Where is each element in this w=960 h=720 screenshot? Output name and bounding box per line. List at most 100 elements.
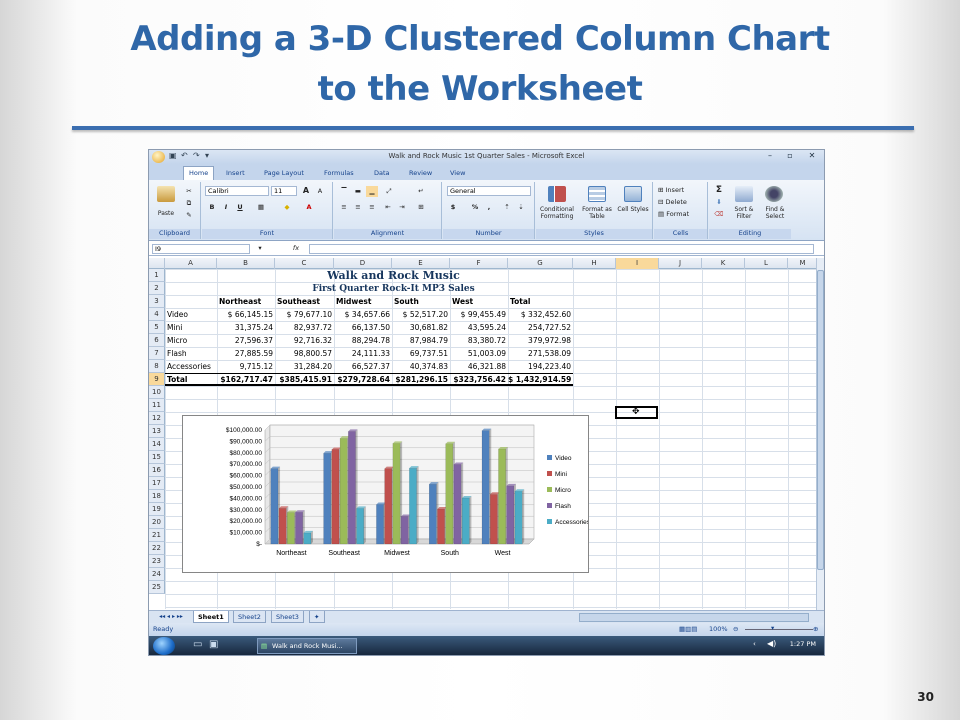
row-label[interactable]: Micro [167, 334, 217, 347]
table-cell[interactable]: 88,294.78 [334, 334, 390, 347]
table-cell[interactable]: 66,137.50 [334, 321, 390, 334]
table-cell[interactable]: 24,111.33 [334, 347, 390, 360]
row-header-10[interactable]: 10 [149, 386, 165, 399]
col-header-h[interactable]: H [573, 258, 616, 269]
show-desktop-icon[interactable]: ▭ [193, 639, 202, 650]
col-header-g[interactable]: G [508, 258, 573, 269]
row-header-3[interactable]: 3 [149, 295, 165, 308]
table-header[interactable]: Southeast [277, 295, 333, 308]
sheet-tab-3[interactable]: Sheet3 [271, 611, 304, 623]
col-header-a[interactable]: A [165, 258, 217, 269]
row-header-16[interactable]: 16 [149, 464, 165, 477]
col-header-e[interactable]: E [392, 258, 450, 269]
zoom-out-icon[interactable]: ⊖ [733, 623, 738, 636]
conditional-formatting-label[interactable]: Conditional Formatting [536, 206, 578, 220]
total-cell[interactable]: $323,756.42 [450, 373, 506, 386]
row-header-25[interactable]: 25 [149, 581, 165, 594]
row-label[interactable]: Flash [167, 347, 217, 360]
wrap-text-icon[interactable]: ↵ [414, 186, 428, 197]
view-buttons-icon[interactable]: ▦▥▤ [679, 623, 697, 636]
close-icon[interactable]: ✕ [805, 151, 819, 162]
table-cell[interactable]: 379,972.98 [508, 334, 571, 347]
tab-view[interactable]: View [445, 167, 470, 180]
autosum-button[interactable]: Σ [713, 185, 725, 196]
merge-center-icon[interactable]: ⊞ [414, 202, 428, 213]
align-top-icon[interactable]: ▔ [338, 186, 350, 197]
number-format-box[interactable]: General [447, 186, 531, 196]
copy-icon[interactable]: ⧉ [183, 198, 195, 209]
decrease-decimal-icon[interactable]: ⇣ [515, 202, 527, 213]
conditional-formatting-icon[interactable] [548, 186, 566, 202]
row-header-21[interactable]: 21 [149, 529, 165, 542]
name-box[interactable]: I9 [152, 244, 250, 254]
decrease-indent-icon[interactable]: ⇤ [382, 202, 394, 213]
table-cell[interactable]: $ 52,517.20 [392, 308, 448, 321]
col-header-i[interactable]: I [616, 258, 659, 269]
clear-icon[interactable]: ⌫ [713, 209, 725, 220]
table-header[interactable]: Total [510, 295, 566, 308]
active-cell[interactable]: ✥ [615, 406, 658, 419]
clock[interactable]: 1:27 PM [790, 640, 816, 648]
italic-button[interactable]: I [220, 202, 232, 213]
row-header-7[interactable]: 7 [149, 347, 165, 360]
table-cell[interactable]: 254,727.52 [508, 321, 571, 334]
tab-home[interactable]: Home [183, 166, 215, 180]
sheet-title[interactable]: Walk and Rock Music [215, 269, 572, 282]
row-header-17[interactable]: 17 [149, 477, 165, 490]
row-header-15[interactable]: 15 [149, 451, 165, 464]
table-header[interactable]: Midwest [336, 295, 392, 308]
table-cell[interactable]: 43,595.24 [450, 321, 506, 334]
table-cell[interactable]: 66,527.37 [334, 360, 390, 373]
table-cell[interactable]: 27,596.37 [217, 334, 273, 347]
comma-button[interactable]: , [483, 202, 495, 213]
sort-filter-label[interactable]: Sort & Filter [727, 206, 761, 220]
volume-icon[interactable]: ◀) [767, 639, 776, 648]
table-cell[interactable]: 82,937.72 [275, 321, 332, 334]
row-header-12[interactable]: 12 [149, 412, 165, 425]
taskbar-excel-item[interactable]: ▤ Walk and Rock Musi... [257, 638, 357, 654]
increase-indent-icon[interactable]: ⇥ [396, 202, 408, 213]
sort-filter-icon[interactable] [735, 186, 753, 202]
row-header-9[interactable]: 9 [149, 373, 165, 386]
table-cell[interactable]: $ 66,145.15 [217, 308, 273, 321]
tab-data[interactable]: Data [369, 167, 395, 180]
vertical-scrollbar[interactable] [816, 258, 824, 610]
table-cell[interactable]: 40,374.83 [392, 360, 448, 373]
grow-font-button[interactable]: A [300, 185, 312, 196]
table-cell[interactable]: 92,716.32 [275, 334, 332, 347]
borders-icon[interactable]: ▦ [254, 202, 268, 213]
row-header-23[interactable]: 23 [149, 555, 165, 568]
format-as-table-label[interactable]: Format as Table [580, 206, 614, 220]
bold-button[interactable]: B [206, 202, 218, 213]
sheet-tab-2[interactable]: Sheet2 [233, 611, 266, 623]
table-cell[interactable]: 9,715.12 [217, 360, 273, 373]
tab-page-layout[interactable]: Page Layout [259, 167, 309, 180]
fill-icon[interactable]: ⬇ [713, 197, 725, 208]
zoom-slider[interactable] [745, 629, 813, 630]
table-header[interactable]: Northeast [219, 295, 275, 308]
cut-icon[interactable]: ✂ [183, 186, 195, 197]
row-header-22[interactable]: 22 [149, 542, 165, 555]
start-button[interactable] [153, 637, 175, 655]
row-label[interactable]: Mini [167, 321, 217, 334]
col-header-b[interactable]: B [217, 258, 275, 269]
table-cell[interactable]: $ 99,455.49 [450, 308, 506, 321]
font-name-box[interactable]: Calibri [205, 186, 269, 196]
paste-label[interactable]: Paste [151, 210, 181, 217]
table-cell[interactable]: 31,375.24 [217, 321, 273, 334]
row-header-13[interactable]: 13 [149, 425, 165, 438]
total-cell[interactable]: $385,415.91 [275, 373, 332, 386]
table-cell[interactable]: 87,984.79 [392, 334, 448, 347]
total-cell[interactable]: $ 1,432,914.59 [508, 373, 571, 386]
format-cells-button[interactable]: ▤ Format [658, 209, 704, 220]
col-header-d[interactable]: D [334, 258, 392, 269]
table-cell[interactable]: 194,223.40 [508, 360, 571, 373]
font-size-box[interactable]: 11 [271, 186, 297, 196]
fill-color-icon[interactable]: ◆ [280, 202, 294, 213]
row-header-5[interactable]: 5 [149, 321, 165, 334]
format-painter-icon[interactable]: ✎ [183, 210, 195, 221]
table-header[interactable]: South [394, 295, 450, 308]
find-select-label[interactable]: Find & Select [759, 206, 791, 220]
zoom-in-icon[interactable]: ⊕ [813, 623, 818, 636]
percent-button[interactable]: % [469, 202, 481, 213]
